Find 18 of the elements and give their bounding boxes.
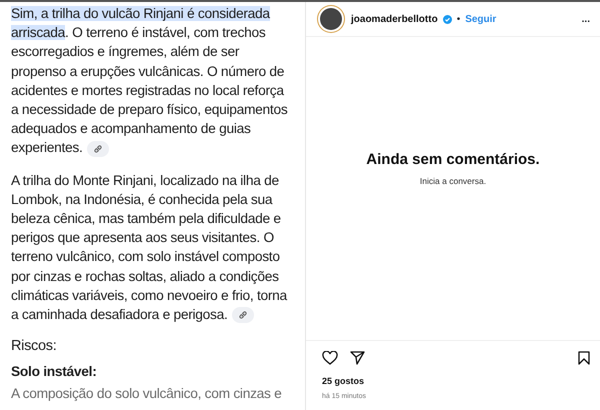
answer-paragraph: Sim, a trilha do vulcão Rinjani é considerada arriscada. O terreno é instável, com trechos escorregadios e íngremes, além de ser propenso a erupções vulcânicas. O número de acidentes e mortes registradas no local reforça a necessidade de preparo físico, equipamentos adequados e acompanhamento de guias experientes. [11,5,288,158]
follow-link[interactable]: Seguir [465,12,496,26]
source-link-icon[interactable] [232,307,254,324]
subheading: Solo instável: [11,363,98,382]
separator-dot: • [456,12,460,26]
empty-comments-subtitle: Inicia a conversa. [420,175,486,188]
bookmark-icon[interactable] [578,351,590,365]
avatar[interactable] [320,8,342,30]
answer-text: A composição do solo vulcânico, com cinzas e [11,384,283,403]
empty-comments-title: Ainda sem comentários. [366,150,540,170]
section-heading: Riscos: [11,337,58,356]
more-options-button[interactable]: ... [582,12,590,26]
likes-count: 25 gostos [322,375,366,388]
share-icon[interactable] [350,351,365,365]
like-icon[interactable] [322,351,338,365]
source-link-icon[interactable] [86,140,109,157]
answer-paragraph: A trilha do Monte Rinjani, localizado na ilha de Lombok, na Indonésia, é conhecida pela sua beleza cênica, mas também pela dificuldade e perigos que apresenta aos seus visitantes. O terreno vulcânico, com solo instável composto por cinzas e rochas soltas, aliado a condições climáticas variáveis, como nevoeiro e frio, torna a caminhada desafiadora e perigosa. [11,172,288,324]
username-link[interactable]: joaomaderbellotto [351,12,438,26]
